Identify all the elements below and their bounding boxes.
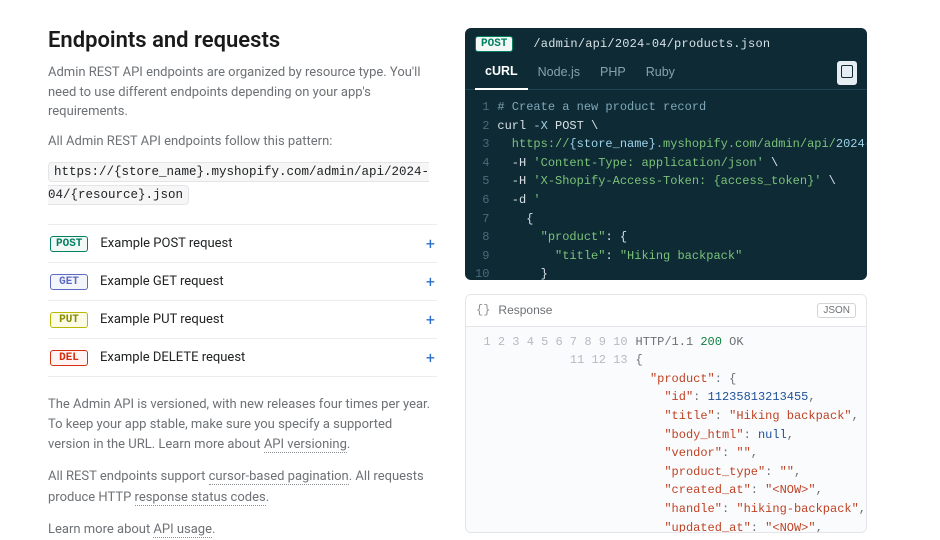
braces-icon: {} (476, 303, 490, 317)
expand-icon[interactable]: + (426, 310, 435, 329)
example-request-label: Example PUT request (100, 312, 426, 327)
response-code-lines: HTTP/1.1 200 OK { "product": { "id": 112… (636, 333, 866, 533)
language-tab[interactable]: Ruby (636, 57, 685, 89)
example-request-row[interactable]: POST Example POST request+ (48, 225, 437, 263)
expand-icon[interactable]: + (426, 234, 435, 253)
language-tabs: cURLNode.jsPHPRuby (465, 56, 867, 90)
api-usage-link[interactable]: API usage (153, 522, 212, 538)
intro-paragraph: Admin REST API endpoints are organized b… (48, 63, 437, 122)
example-request-label: Example GET request (100, 274, 426, 289)
request-path: /admin/api/2024-04/products.json (533, 37, 770, 51)
usage-note: Learn more about API usage. (48, 520, 437, 540)
request-line-gutter: 1 2 3 4 5 6 7 8 9 10 11 12 (465, 98, 497, 280)
request-code-lines: # Create a new product record curl -X PO… (497, 98, 867, 280)
method-badge: DEL (50, 350, 88, 366)
language-tab[interactable]: Node.js (528, 57, 590, 89)
cursor-pagination-link[interactable]: cursor-based pagination (209, 469, 349, 485)
example-request-row[interactable]: PUT Example PUT request+ (48, 301, 437, 339)
pagination-note: All REST endpoints support cursor-based … (48, 467, 437, 507)
language-tab[interactable]: PHP (590, 57, 636, 89)
example-request-list: POSTExample POST request+GETExample GET … (48, 224, 437, 377)
method-badge: GET (50, 274, 88, 290)
example-request-label: Example POST request (100, 236, 426, 251)
endpoint-pattern-code: https://{store_name}.myshopify.com/admin… (48, 162, 429, 205)
response-panel: {} Response JSON 1 2 3 4 5 6 7 8 9 10 11… (465, 294, 867, 533)
request-code-panel: POST /admin/api/2024-04/products.json cU… (465, 28, 867, 280)
response-line-gutter: 1 2 3 4 5 6 7 8 9 10 11 12 13 (466, 333, 636, 533)
page-title: Endpoints and requests (48, 28, 437, 53)
example-request-row[interactable]: GET Example GET request+ (48, 263, 437, 301)
request-method-badge: POST (475, 36, 513, 52)
example-request-row[interactable]: DEL Example DELETE request+ (48, 339, 437, 377)
language-tab[interactable]: cURL (475, 56, 528, 90)
expand-icon[interactable]: + (426, 272, 435, 291)
example-request-label: Example DELETE request (100, 350, 426, 365)
versioning-note: The Admin API is versioned, with new rel… (48, 395, 437, 455)
response-label: Response (498, 303, 552, 317)
pattern-label: All Admin REST API endpoints follow this… (48, 132, 437, 152)
expand-icon[interactable]: + (426, 348, 435, 367)
method-badge: PUT (50, 312, 88, 328)
method-badge: POST (50, 236, 88, 252)
copy-icon[interactable] (837, 61, 857, 85)
api-versioning-link[interactable]: API versioning (264, 437, 347, 453)
status-codes-link[interactable]: response status codes (135, 490, 266, 506)
response-format-pill: JSON (817, 303, 856, 318)
